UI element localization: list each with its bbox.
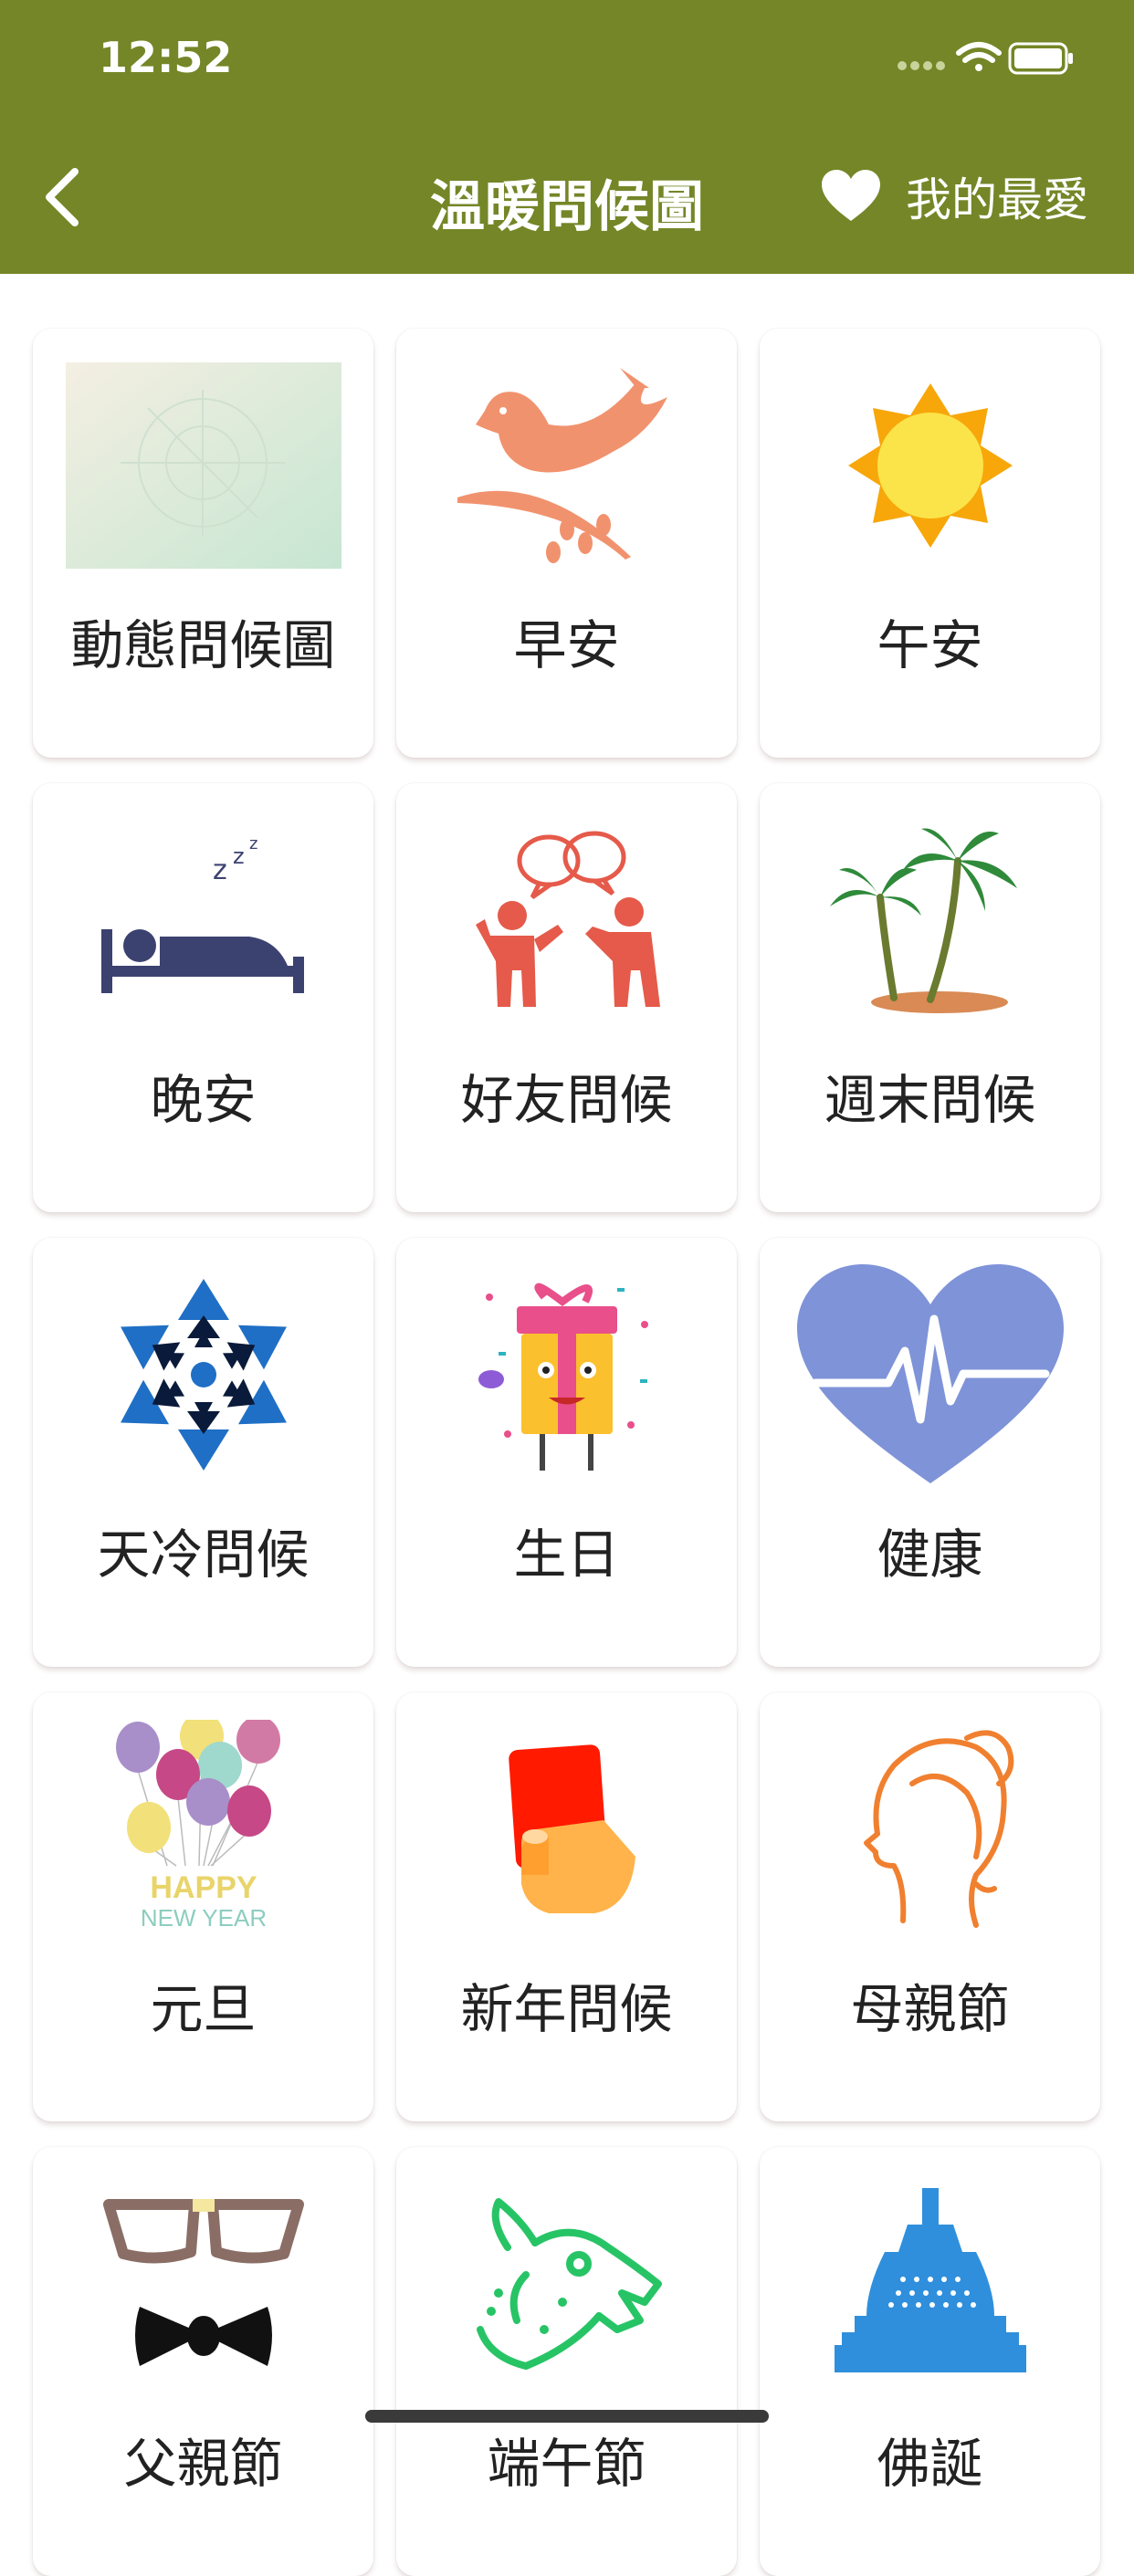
category-label: 佛誕 — [877, 2433, 983, 2495]
bird-icon — [457, 368, 667, 563]
category-label: 生日 — [513, 1524, 620, 1586]
favorites-button[interactable]: 我的最愛 — [822, 164, 1088, 228]
svg-text:z: z — [233, 843, 245, 869]
category-label: 晚安 — [150, 1069, 257, 1131]
sleeping-moon-icon: z z z — [100, 834, 304, 993]
signal-icon — [898, 61, 945, 70]
status-icons — [898, 42, 1073, 75]
snowflake-icon — [107, 1279, 299, 1471]
category-card-friend-greeting[interactable]: 好友問候 — [396, 783, 737, 1212]
category-card-good-night[interactable]: z z z 晚安 — [33, 783, 373, 1212]
category-label: 健康 — [877, 1524, 983, 1586]
category-card-fathers-day[interactable]: 父親節 — [33, 2147, 373, 2576]
happy-text: HAPPY — [150, 1870, 257, 1905]
wifi-icon — [956, 42, 1002, 71]
svg-text:z: z — [213, 854, 227, 886]
palm-tree-icon — [829, 828, 1017, 1013]
category-card-good-morning[interactable]: 早安 — [396, 329, 737, 758]
animated-greeting-thumbnail-icon — [65, 362, 341, 569]
category-card-buddhas-birthday[interactable]: 佛誕 — [760, 2147, 1100, 2576]
battery-icon — [1008, 42, 1073, 75]
category-card-new-years-day[interactable]: HAPPY NEW YEAR 元旦 — [33, 1692, 373, 2121]
home-indicator — [365, 2410, 769, 2423]
category-label: 元旦 — [150, 1978, 257, 2040]
new-year-text: NEW YEAR — [140, 1904, 266, 1932]
category-card-good-afternoon[interactable]: 午安 — [760, 329, 1100, 758]
category-card-animated-greeting[interactable]: 動態問候圖 — [33, 329, 373, 758]
category-label: 端午節 — [487, 2433, 646, 2495]
heartbeat-icon — [796, 1264, 1064, 1483]
category-card-birthday[interactable]: 生日 — [396, 1238, 737, 1667]
category-label: 動態問候圖 — [70, 614, 336, 676]
category-card-cold-weather-greeting[interactable]: 天冷問候 — [33, 1238, 373, 1667]
category-label: 天冷問候 — [97, 1524, 310, 1586]
category-card-dragon-boat-festival[interactable]: 端午節 — [396, 2147, 737, 2576]
category-card-mothers-day[interactable]: 母親節 — [760, 1692, 1100, 2121]
stupa-icon — [834, 2188, 1026, 2372]
category-label: 好友問候 — [460, 1069, 673, 1131]
status-time: 12:52 — [99, 33, 233, 82]
heart-icon — [822, 170, 880, 221]
category-label: 新年問候 — [460, 1978, 673, 2040]
category-card-new-year-greeting[interactable]: 新年問候 — [396, 1692, 737, 2121]
category-card-weekend-greeting[interactable]: 週末問候 — [760, 783, 1100, 1212]
dragon-icon — [476, 2198, 662, 2370]
balloons-icon: HAPPY NEW YEAR — [115, 1720, 280, 1932]
navigation-bar: 12:52 溫暖問候圖 我的最愛 — [0, 0, 1134, 274]
glasses-bowtie-icon — [102, 2199, 304, 2366]
favorites-label: 我的最愛 — [906, 173, 1088, 226]
category-label: 週末問候 — [824, 1069, 1036, 1131]
gift-box-icon — [478, 1283, 648, 1471]
category-label: 早安 — [513, 614, 620, 676]
svg-text:z: z — [249, 834, 257, 853]
category-label: 午安 — [877, 614, 983, 676]
woman-profile-icon — [863, 1730, 1013, 1928]
category-label: 母親節 — [850, 1978, 1010, 2040]
sun-icon — [847, 383, 1013, 548]
category-card-health[interactable]: 健康 — [760, 1238, 1100, 1667]
red-envelope-hand-icon — [508, 1744, 635, 1913]
category-label: 父親節 — [123, 2433, 283, 2495]
friends-chat-icon — [475, 831, 660, 1007]
